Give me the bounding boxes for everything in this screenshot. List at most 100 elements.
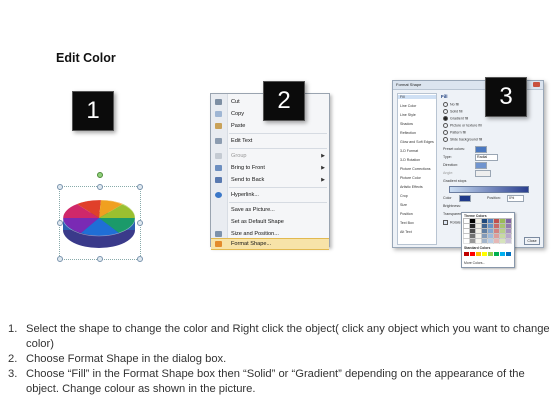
category-text-box[interactable]: Text Box (400, 221, 414, 225)
color-swatch[interactable] (463, 238, 470, 244)
category-crop[interactable]: Crop (400, 194, 408, 198)
category-3d-rotation[interactable]: 3-D Rotation (400, 158, 420, 162)
menu-item-bring-to-front[interactable]: Bring to Front ▶ (211, 162, 329, 174)
color-swatch[interactable] (469, 223, 476, 229)
category-position[interactable]: Position (400, 212, 413, 216)
direction-dropdown[interactable] (475, 162, 487, 169)
color-swatch[interactable] (464, 252, 469, 256)
category-line-style[interactable]: Line Style (400, 113, 416, 117)
color-swatch[interactable] (487, 228, 494, 234)
menu-item-set-default-shape[interactable]: Set as Default Shape (211, 216, 329, 228)
category-fill[interactable]: Fill (398, 95, 436, 99)
color-swatch[interactable] (475, 238, 482, 244)
color-swatch[interactable] (463, 228, 470, 234)
fill-option-slide-bg[interactable]: Slide background fill (443, 137, 482, 142)
step-text: Choose Format Shape in the dialog box. (26, 353, 227, 365)
category-line-color[interactable]: Line Color (400, 104, 416, 108)
color-swatch[interactable] (481, 218, 488, 224)
color-swatch[interactable] (470, 252, 475, 256)
color-swatch[interactable] (469, 238, 476, 244)
color-swatch[interactable] (499, 223, 506, 229)
color-swatch[interactable] (505, 238, 512, 244)
fill-option-gradient[interactable]: Gradient fill (443, 116, 468, 121)
color-swatch[interactable] (499, 238, 506, 244)
color-swatch[interactable] (469, 233, 476, 239)
preset-colors-dropdown[interactable] (475, 146, 487, 153)
category-picture-color[interactable]: Picture Color (400, 176, 421, 180)
color-swatch[interactable] (481, 238, 488, 244)
step-text: Select the shape to change the color and… (26, 323, 550, 350)
color-swatch[interactable] (463, 218, 470, 224)
menu-item-group[interactable]: Group ▶ (211, 150, 329, 162)
fill-option-pattern[interactable]: Pattern fill (443, 130, 466, 135)
color-swatch[interactable] (475, 233, 482, 239)
submenu-arrow-icon: ▶ (321, 165, 325, 171)
menu-item-paste[interactable]: Paste (211, 120, 329, 132)
color-swatch[interactable] (493, 233, 500, 239)
color-swatch[interactable] (469, 228, 476, 234)
radio-icon (443, 130, 448, 135)
direction-label: Direction: (443, 163, 459, 167)
position-input[interactable]: 0% (507, 195, 524, 202)
color-swatch[interactable] (475, 223, 482, 229)
color-swatch[interactable] (482, 252, 487, 256)
fill-option-picture[interactable]: Picture or texture fill (443, 123, 482, 128)
radio-icon (443, 123, 448, 128)
color-swatch[interactable] (487, 218, 494, 224)
color-swatch[interactable] (505, 233, 512, 239)
menu-item-edit-text[interactable]: Edit Text (211, 135, 329, 147)
category-size[interactable]: Size (400, 203, 407, 207)
color-swatch[interactable] (500, 252, 505, 256)
color-swatch[interactable] (475, 228, 482, 234)
category-picture-corrections[interactable]: Picture Corrections (400, 167, 431, 171)
rotate-handle[interactable] (97, 172, 103, 178)
color-swatch[interactable] (505, 218, 512, 224)
color-swatch[interactable] (499, 218, 506, 224)
color-picker-button[interactable] (459, 195, 471, 202)
gradient-stops-bar[interactable] (449, 186, 529, 193)
color-swatch[interactable] (476, 252, 481, 256)
category-shadow[interactable]: Shadow (400, 122, 413, 126)
close-icon[interactable] (533, 82, 540, 87)
type-dropdown[interactable]: Radial (475, 154, 498, 161)
color-swatch[interactable] (499, 233, 506, 239)
step-badge-1: 1 (72, 91, 114, 131)
category-3d-format[interactable]: 3-D Format (400, 149, 418, 153)
more-colors-link[interactable]: More Colors... (464, 261, 485, 265)
color-swatch[interactable] (493, 228, 500, 234)
menu-item-save-as-picture[interactable]: Save as Picture... (211, 204, 329, 216)
color-swatch[interactable] (469, 218, 476, 224)
color-swatch[interactable] (475, 218, 482, 224)
color-swatch[interactable] (493, 238, 500, 244)
color-swatch[interactable] (481, 233, 488, 239)
category-artistic-effects[interactable]: Artistic Effects (400, 185, 423, 189)
color-swatch[interactable] (499, 228, 506, 234)
color-swatch[interactable] (481, 228, 488, 234)
category-alt-text[interactable]: Alt Text (400, 230, 412, 234)
close-button[interactable]: Close (524, 237, 540, 245)
color-swatch[interactable] (488, 252, 493, 256)
color-swatch[interactable] (494, 252, 499, 256)
color-swatch[interactable] (487, 223, 494, 229)
color-swatch[interactable] (463, 223, 470, 229)
category-glow[interactable]: Glow and Soft Edges (400, 140, 434, 144)
category-reflection[interactable]: Reflection (400, 131, 416, 135)
color-swatch[interactable] (487, 233, 494, 239)
color-swatch[interactable] (463, 233, 470, 239)
step-badge-2: 2 (263, 81, 305, 121)
color-swatch[interactable] (493, 223, 500, 229)
step-text: Choose “Fill” in the Format Shape box th… (26, 368, 525, 395)
angle-input[interactable] (475, 170, 491, 177)
color-swatch[interactable] (487, 238, 494, 244)
fill-option-solid[interactable]: Solid fill (443, 109, 462, 114)
menu-item-format-shape[interactable]: Format Shape... (211, 238, 329, 250)
color-swatch[interactable] (481, 223, 488, 229)
fill-option-no-fill[interactable]: No fill (443, 102, 459, 107)
color-swatch[interactable] (493, 218, 500, 224)
selected-pie-shape[interactable] (57, 172, 143, 262)
menu-item-send-to-back[interactable]: Send to Back ▶ (211, 174, 329, 186)
color-swatch[interactable] (506, 252, 511, 256)
color-swatch[interactable] (505, 223, 512, 229)
menu-item-hyperlink[interactable]: Hyperlink... (211, 189, 329, 201)
color-swatch[interactable] (505, 228, 512, 234)
